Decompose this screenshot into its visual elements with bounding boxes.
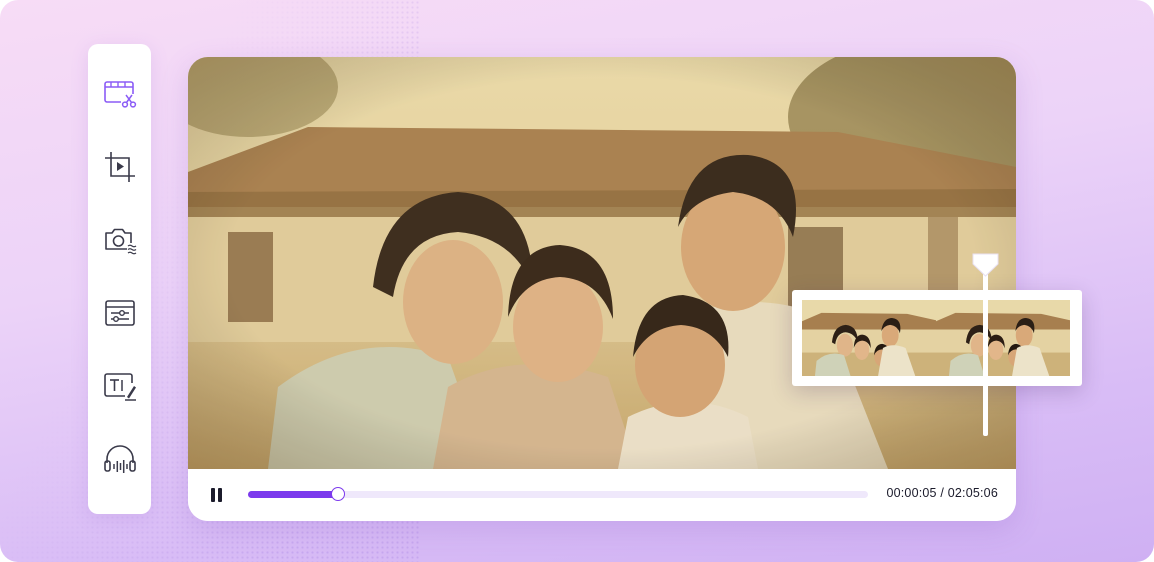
progress-knob[interactable] <box>330 487 345 501</box>
progress-bar[interactable] <box>248 487 868 501</box>
timeline-thumbnail[interactable] <box>936 300 1070 376</box>
pause-button[interactable] <box>208 487 226 503</box>
time-display: 00:00:05 / 02:05:06 <box>886 486 998 500</box>
video-frame-family-photo[interactable] <box>188 57 1016 469</box>
video-player: 00:00:05 / 02:05:06 <box>188 57 1016 521</box>
timeline-playhead[interactable] <box>983 262 988 436</box>
adjust-sliders-icon[interactable] <box>100 293 140 333</box>
timeline-thumbnail[interactable] <box>802 300 936 376</box>
text-edit-icon[interactable] <box>100 366 140 406</box>
progress-fill <box>248 491 338 498</box>
timeline-thumbnail-strip[interactable] <box>792 290 1082 386</box>
player-controls: 00:00:05 / 02:05:06 <box>188 469 1016 521</box>
camera-settings-icon[interactable] <box>100 220 140 260</box>
video-crop-icon[interactable] <box>100 147 140 187</box>
headphones-audio-icon[interactable] <box>100 439 140 479</box>
video-cut-icon[interactable] <box>100 74 140 114</box>
tool-sidebar <box>88 44 151 514</box>
app-background: 00:00:05 / 02:05:06 <box>0 0 1154 562</box>
playhead-handle[interactable] <box>971 252 1000 277</box>
